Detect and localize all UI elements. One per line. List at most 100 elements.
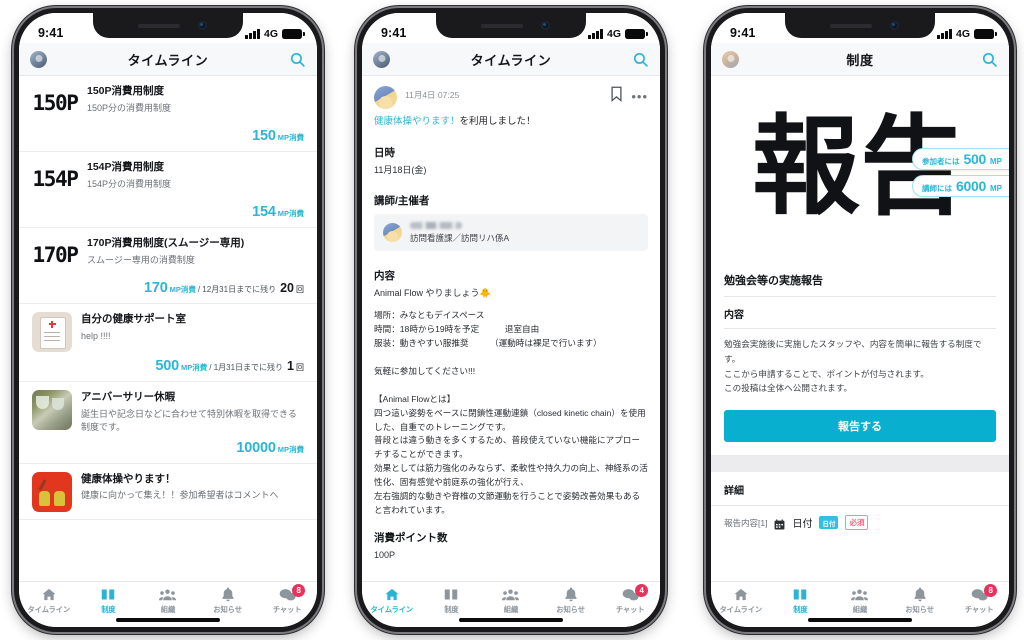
home-icon: [383, 587, 400, 602]
tab-seido[interactable]: 制度: [771, 587, 831, 615]
point-badge-participant: 参加者には 500 MP: [912, 148, 1009, 170]
phone1-screen: 9:41 4G タイムライン 150P 150P消費用制度 150P分の消費用制…: [19, 13, 317, 627]
tab-notifications[interactable]: お知らせ: [198, 587, 258, 615]
mp-count: 1: [287, 359, 294, 373]
tab-timeline[interactable]: タイムライン: [362, 587, 422, 615]
tab-organization[interactable]: 組織: [138, 587, 198, 615]
list-item[interactable]: 170P 170P消費用制度(スムージー専用) スムージー専用の消費制度 170…: [19, 228, 317, 304]
home-indicator: [808, 618, 912, 622]
tab-chat[interactable]: チャット 8: [949, 584, 1009, 615]
calendar-icon: [774, 517, 785, 530]
tab-seido[interactable]: 制度: [79, 587, 139, 615]
section-points-label: 消費ポイント数: [374, 531, 448, 544]
list-item-top: アニバーサリー休暇 誕生日や記念日などに合わせて特別休暇を取得できる制度です。: [32, 390, 304, 434]
tab-label: 制度: [444, 604, 459, 614]
exercise-photo-icon: [32, 471, 72, 512]
status-indicators: 4G: [245, 28, 305, 40]
avatar[interactable]: [373, 50, 390, 68]
field-row-date[interactable]: 報告内容[1] 日付 日付 必須: [711, 505, 1009, 540]
wine-photo-icon: [32, 390, 72, 430]
used-suffix: を利用しました！: [459, 116, 536, 127]
battery-icon: [974, 29, 997, 39]
field-type-pill: 日付: [819, 516, 839, 530]
battery-icon: [282, 29, 305, 39]
tab-timeline[interactable]: タイムライン: [711, 587, 771, 615]
chat-badge: 8: [292, 584, 306, 597]
more-icon[interactable]: •••: [631, 86, 648, 103]
signal-icon: [588, 29, 603, 39]
tab-label: タイムライン: [719, 604, 763, 614]
mp-count-unit: 回: [296, 285, 304, 294]
host-card[interactable]: 訪問看護課／訪問リハ係A: [374, 214, 648, 252]
avatar[interactable]: [722, 50, 739, 68]
search-icon[interactable]: [632, 51, 649, 68]
search-icon[interactable]: [981, 51, 998, 68]
people-icon: [502, 587, 520, 602]
tab-notifications[interactable]: お知らせ: [541, 587, 601, 615]
signal-icon: [937, 29, 952, 39]
list-item-desc: 誕生日や記念日などに合わせて特別休暇を取得できる制度です。: [81, 408, 297, 432]
tab-organization[interactable]: 組織: [481, 587, 541, 615]
tab-timeline[interactable]: タイムライン: [19, 587, 79, 615]
list-item[interactable]: アニバーサリー休暇 誕生日や記念日などに合わせて特別休暇を取得できる制度です。 …: [19, 382, 317, 464]
tab-chat[interactable]: チャット 8: [257, 584, 317, 615]
badge-unit: MP: [989, 184, 1002, 193]
point-badge: 170P: [32, 243, 79, 267]
list-item[interactable]: 健康体操やります！ 健康に向かって集え！！参加希望者はコメントへ: [19, 463, 317, 520]
used-program-link[interactable]: 健康体操やります！: [374, 116, 460, 127]
list-item-top: 自分の健康サポート室 help !!!!: [32, 312, 304, 352]
status-clock: 9:41: [381, 26, 407, 40]
point-badge: 154P: [32, 167, 79, 191]
content-lead: Animal Flow やりましょう🐥: [374, 288, 491, 299]
section-content-label: 内容: [374, 270, 395, 283]
list-item-texts: 自分の健康サポート室 help !!!!: [81, 312, 304, 343]
list-item-title: 150P消費用制度: [87, 85, 165, 97]
avatar[interactable]: [30, 50, 47, 68]
badge-label: 講師には: [922, 184, 953, 193]
network-label: 4G: [263, 28, 278, 40]
section-gap: [711, 455, 1009, 473]
search-icon[interactable]: [289, 51, 306, 68]
tab-seido[interactable]: 制度: [422, 587, 482, 615]
required-badge: 必須: [845, 515, 869, 531]
mp-unit: MP消費: [169, 285, 196, 294]
list-item-desc: 150P分の消費用制度: [87, 102, 172, 113]
field-prefix: 報告内容[1]: [724, 517, 768, 528]
list-item-top: 170P 170P消費用制度(スムージー専用) スムージー専用の消費制度: [32, 236, 304, 274]
section-host-label: 講師/主催者: [374, 195, 430, 208]
list-item-texts: 154P消費用制度 154P分の消費用制度: [87, 160, 304, 191]
list-item[interactable]: 自分の健康サポート室 help !!!! 500 MP消費 / 1月31日までに…: [19, 304, 317, 382]
host-name-masked: [410, 222, 462, 230]
points-value: 100P: [374, 549, 396, 560]
mp-count-unit: 回: [296, 363, 304, 372]
notch: [436, 13, 586, 38]
list-item[interactable]: 150P 150P消費用制度 150P分の消費用制度 150 MP消費: [19, 76, 317, 152]
mp-count: 20: [280, 281, 294, 295]
figure-arm: [38, 478, 47, 491]
list-item[interactable]: 154P 154P消費用制度 154P分の消費用制度 154 MP消費: [19, 152, 317, 228]
phone3-detail[interactable]: 報告 参加者には 500 MP 講師には 6000 MP 勉強会等の実施報告 内…: [711, 76, 1009, 581]
mp-unit: MP消費: [181, 363, 208, 372]
bookmark-icon[interactable]: [610, 86, 623, 107]
home-icon: [40, 587, 57, 602]
phone2-appbar: タイムライン: [362, 43, 660, 76]
front-camera-icon: [197, 21, 207, 30]
list-item-desc: help !!!!: [81, 330, 111, 341]
host-department: 訪問看護課／訪問リハ係A: [410, 233, 510, 244]
tab-label: お知らせ: [905, 604, 934, 614]
phone1-list[interactable]: 150P 150P消費用制度 150P分の消費用制度 150 MP消費 154P: [19, 76, 317, 581]
book-icon: [792, 587, 809, 602]
list-item-title: 自分の健康サポート室: [81, 313, 186, 325]
list-item-texts: 150P消費用制度 150P分の消費用制度: [87, 84, 304, 115]
badge-value: 6000: [956, 178, 986, 194]
post-author-avatar[interactable]: [374, 86, 397, 109]
tab-notifications[interactable]: お知らせ: [890, 587, 950, 615]
status-indicators: 4G: [937, 28, 997, 40]
front-camera-icon: [889, 21, 899, 30]
tab-chat[interactable]: チャット 4: [600, 584, 660, 615]
tab-organization[interactable]: 組織: [830, 587, 890, 615]
report-button[interactable]: 報告する: [724, 410, 996, 443]
tab-label: 組織: [160, 604, 176, 614]
phone2-post-detail[interactable]: 11月4日 07:25 ••• 健康体操やります！を利用しました！ 日時 11月…: [362, 76, 660, 581]
bell-icon: [562, 587, 579, 602]
